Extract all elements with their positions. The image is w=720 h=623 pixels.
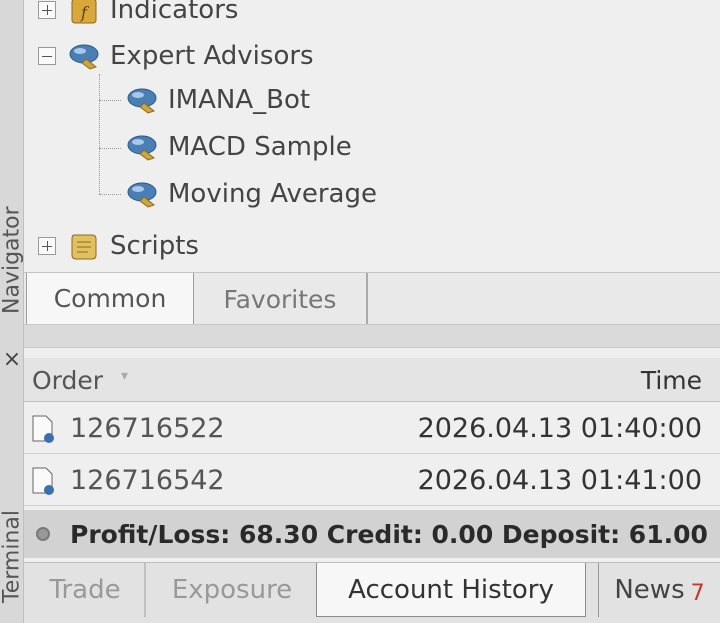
tree-item-scripts[interactable]: Scripts	[38, 224, 199, 268]
terminal-tabs: Trade Exposure Account History News 7	[24, 562, 720, 623]
tree-connector	[99, 148, 121, 149]
tree-item-expert[interactable]: Moving Average	[124, 172, 377, 216]
order-document-icon	[32, 467, 54, 495]
tab-trade[interactable]: Trade	[26, 563, 146, 617]
tree-item-expert-advisors[interactable]: Expert Advisors	[38, 34, 314, 78]
order-time: 2026.04.13 01:40:00	[417, 413, 702, 444]
expert-icon	[127, 135, 157, 161]
tree-item-label: MACD Sample	[168, 132, 352, 162]
collapse-icon[interactable]	[38, 47, 56, 65]
panel-splitter[interactable]	[24, 324, 720, 348]
navigator-tabs: Common Favorites	[24, 272, 720, 325]
tab-account-history[interactable]: Account History	[316, 563, 586, 617]
order-id: 126716522	[70, 413, 225, 444]
tree-item-label: Expert Advisors	[110, 41, 314, 71]
expert-icon	[127, 182, 157, 208]
expert-advisors-icon	[69, 44, 99, 70]
close-icon[interactable]: ×	[2, 348, 22, 372]
scripts-scroll-icon	[71, 234, 97, 260]
tab-exposure[interactable]: Exposure	[148, 563, 316, 617]
expand-icon[interactable]	[38, 237, 56, 255]
sort-arrow-icon: ▾	[121, 368, 129, 384]
table-header: Order ▾ Time	[24, 358, 720, 402]
column-header-order[interactable]: Order	[32, 366, 103, 395]
expand-icon[interactable]	[38, 1, 56, 19]
table-row[interactable]: 126716542 2026.04.13 01:41:00	[24, 456, 720, 506]
status-dot-icon	[36, 527, 50, 541]
tree-connector	[99, 74, 100, 194]
tree-item-label: IMANA_Bot	[168, 85, 311, 115]
news-count-badge: 7	[690, 580, 705, 606]
indicators-folder-icon: f	[71, 0, 97, 24]
tree-item-label: Moving Average	[168, 179, 377, 209]
navigator-panel-label[interactable]: Navigator	[0, 190, 25, 330]
tab-favorites[interactable]: Favorites	[194, 273, 368, 325]
column-header-time[interactable]: Time	[641, 366, 702, 395]
account-summary-row: Profit/Loss: 68.30 Credit: 0.00 Deposit:…	[24, 510, 720, 558]
order-document-icon	[32, 415, 54, 443]
expert-icon	[127, 88, 157, 114]
tree-item-expert[interactable]: MACD Sample	[124, 125, 352, 169]
order-id: 126716542	[70, 465, 225, 496]
tab-news-label: News	[614, 575, 685, 605]
table-row[interactable]: 126716522 2026.04.13 01:40:00	[24, 404, 720, 454]
terminal-panel: Order ▾ Time 126716522 2026.04.13 01:40:…	[24, 348, 720, 623]
account-summary-text: Profit/Loss: 68.30 Credit: 0.00 Deposit:…	[70, 520, 708, 549]
order-time: 2026.04.13 01:41:00	[417, 465, 702, 496]
tab-news[interactable]: News 7	[598, 563, 720, 617]
tree-item-indicators[interactable]: f Indicators	[38, 0, 238, 32]
tree-connector	[99, 100, 121, 101]
tree-connector	[99, 194, 121, 195]
terminal-panel-label[interactable]: Terminal	[0, 490, 25, 623]
tab-common[interactable]: Common	[26, 273, 194, 325]
tree-item-label: Indicators	[110, 0, 239, 25]
tree-item-expert[interactable]: IMANA_Bot	[124, 78, 310, 122]
tree-item-label: Scripts	[110, 231, 199, 261]
